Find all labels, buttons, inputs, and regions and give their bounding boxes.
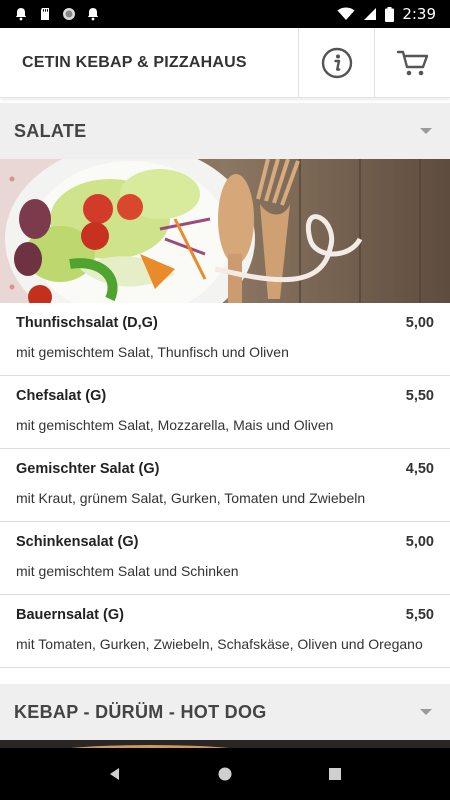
signal-icon — [364, 8, 377, 20]
status-bar: 2:39 — [0, 0, 450, 28]
cart-icon — [396, 50, 428, 75]
cart-button[interactable] — [374, 28, 450, 97]
recents-icon[interactable] — [327, 766, 343, 782]
item-name: Schinkensalat (G) — [16, 534, 139, 550]
section-header-salate[interactable]: SALATE — [0, 103, 450, 159]
section-title: KEBAP - DÜRÜM - HOT DOG — [14, 701, 267, 722]
section-title: SALATE — [14, 120, 87, 141]
salad-image — [0, 159, 450, 303]
menu-item[interactable]: Chefsalat (G) 5,50 mit gemischtem Salat,… — [0, 376, 450, 449]
item-name: Bauernsalat (G) — [16, 607, 124, 623]
item-price: 5,00 — [405, 534, 434, 550]
item-name: Thunfischsalat (D,G) — [16, 315, 158, 331]
item-description: mit gemischtem Salat und Schinken — [16, 563, 239, 579]
app-bar: CETIN KEBAP & PIZZAHAUS — [0, 28, 450, 98]
menu-item-list: Thunfischsalat (D,G) 5,00 mit gemischtem… — [0, 303, 450, 668]
menu-item[interactable]: Thunfischsalat (D,G) 5,00 mit gemischtem… — [0, 303, 450, 376]
chevron-down-icon — [420, 128, 432, 134]
item-description: mit gemischtem Salat, Mozzarella, Mais u… — [16, 417, 334, 433]
item-description: mit Kraut, grünem Salat, Gurken, Tomaten… — [16, 490, 366, 506]
wifi-icon — [337, 7, 355, 20]
menu-item[interactable]: Gemischter Salat (G) 4,50 mit Kraut, grü… — [0, 449, 450, 522]
item-price: 5,00 — [405, 315, 434, 331]
item-price: 4,50 — [405, 461, 434, 477]
system-nav-bar — [0, 748, 450, 800]
sd-card-icon — [41, 8, 49, 20]
battery-icon — [385, 6, 395, 22]
notification-bell-icon — [15, 8, 27, 21]
menu-item[interactable]: Schinkensalat (G) 5,00 mit gemischtem Sa… — [0, 522, 450, 595]
item-price: 5,50 — [405, 388, 434, 404]
info-button[interactable] — [298, 28, 374, 97]
notification-bell-icon — [87, 8, 99, 21]
info-icon — [321, 47, 352, 78]
app-title: CETIN KEBAP & PIZZAHAUS — [22, 53, 247, 71]
item-name: Gemischter Salat (G) — [16, 461, 160, 477]
home-icon[interactable] — [217, 766, 233, 782]
menu-item[interactable]: Bauernsalat (G) 5,50 mit Tomaten, Gurken… — [0, 595, 450, 668]
section-header-kebap[interactable]: KEBAP - DÜRÜM - HOT DOG — [0, 684, 450, 740]
section-banner-image — [0, 159, 450, 303]
chevron-down-icon — [420, 709, 432, 715]
section-banner-image — [0, 740, 450, 748]
circle-icon — [63, 8, 75, 20]
back-icon[interactable] — [107, 766, 123, 782]
item-description: mit gemischtem Salat, Thunfisch und Oliv… — [16, 344, 289, 360]
item-name: Chefsalat (G) — [16, 388, 107, 404]
item-description: mit Tomaten, Gurken, Zwiebeln, Schafskäs… — [16, 636, 423, 652]
status-time: 2:39 — [402, 5, 436, 23]
item-price: 5,50 — [405, 607, 434, 623]
